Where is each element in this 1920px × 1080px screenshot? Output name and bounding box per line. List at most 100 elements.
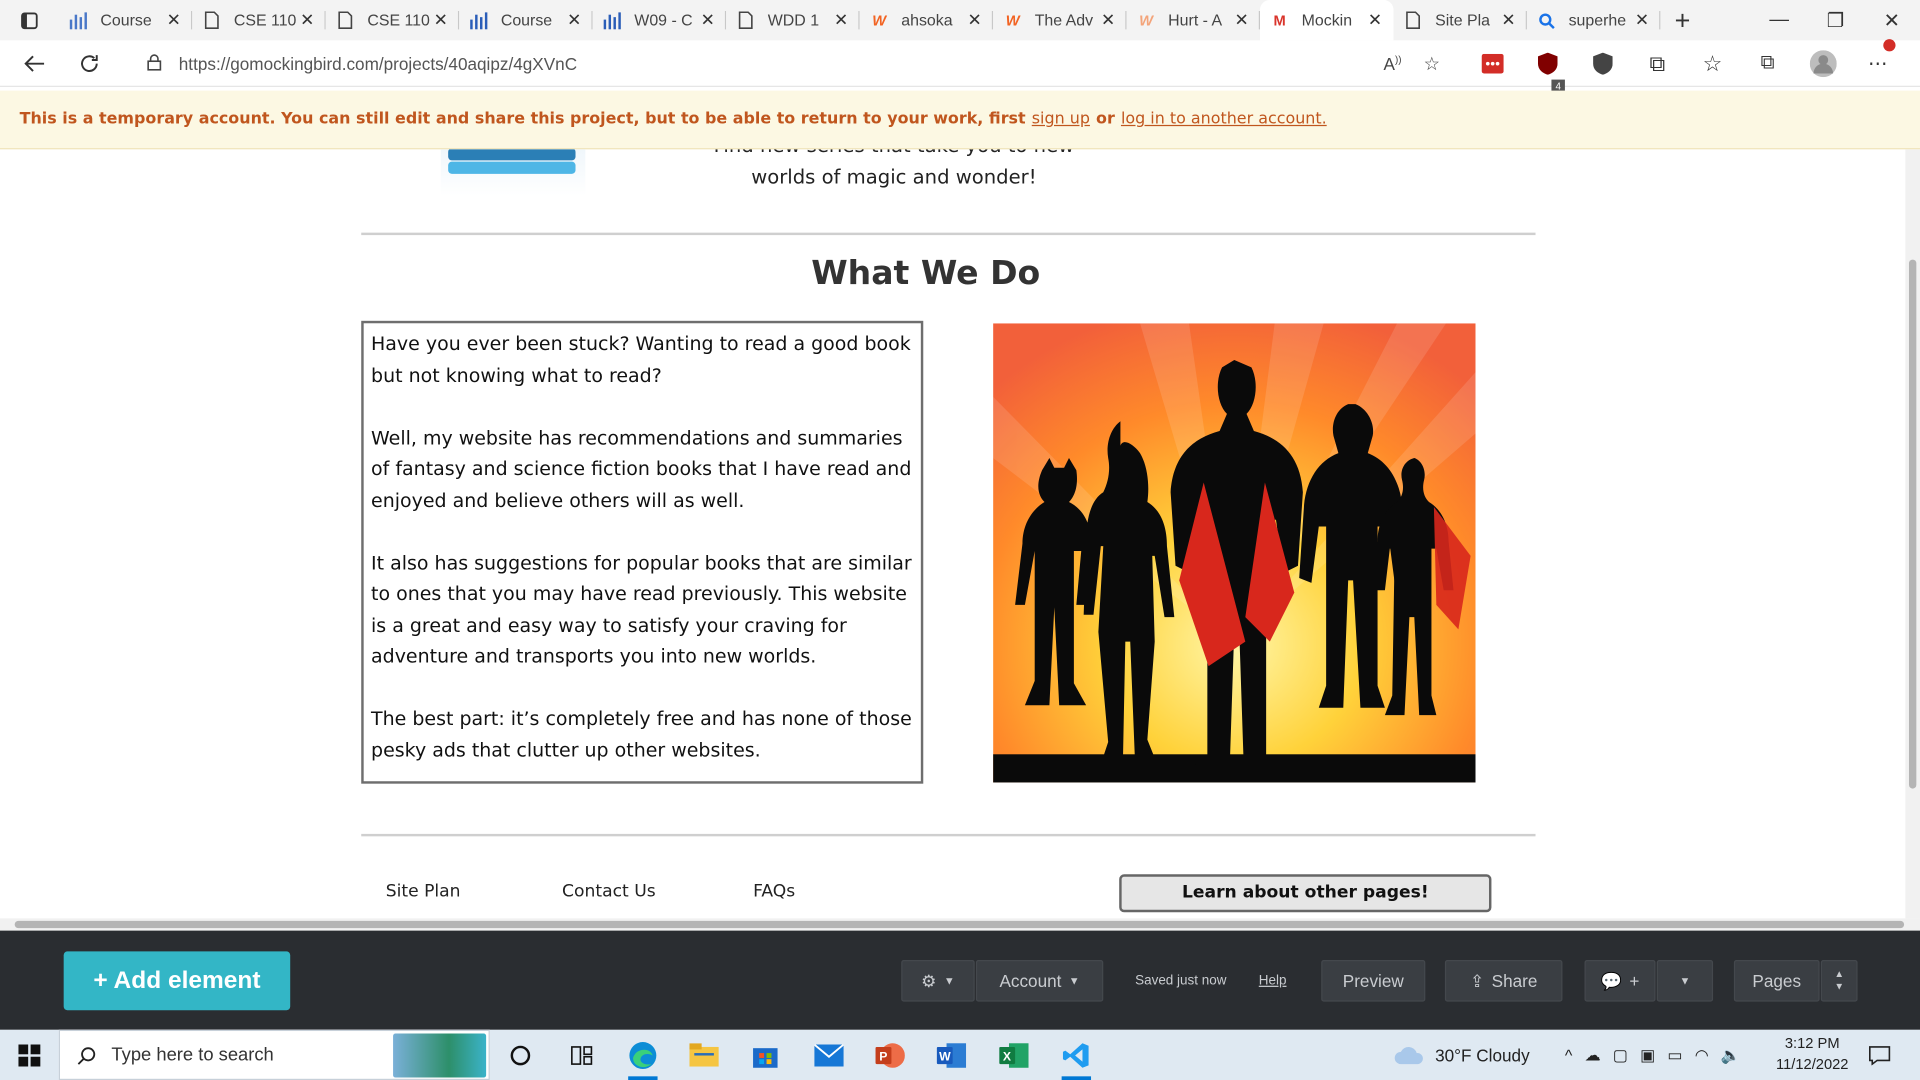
edge-app-icon[interactable] — [612, 1030, 673, 1080]
add-element-button[interactable]: + Add element — [63, 951, 291, 1011]
chevron-down-icon[interactable]: ▼ — [1834, 981, 1844, 993]
footer-link-faqs[interactable]: FAQs — [753, 882, 795, 902]
meet-now-icon[interactable]: ▢ — [1613, 1045, 1628, 1065]
start-button[interactable] — [0, 1030, 59, 1080]
lock-icon[interactable] — [147, 53, 162, 74]
share-button[interactable]: ⇪ Share — [1444, 960, 1563, 1002]
mail-icon[interactable] — [798, 1030, 859, 1080]
save-status: Saved just now — [1135, 973, 1227, 989]
document-icon — [336, 10, 356, 30]
word-icon[interactable]: W — [921, 1030, 982, 1080]
comment-menu-button[interactable]: ▼ — [1656, 960, 1714, 1002]
add-comment-button[interactable]: 💬 + — [1584, 960, 1656, 1002]
tab-title: Hurt - A — [1168, 11, 1223, 30]
volume-icon[interactable]: 🔈 — [1721, 1045, 1741, 1065]
task-view-button[interactable] — [490, 1030, 551, 1080]
divider — [361, 833, 1536, 837]
search-icon — [77, 1046, 96, 1065]
ublock-icon[interactable]: 4 — [1520, 52, 1575, 94]
learn-other-pages-button[interactable]: Learn about other pages! — [1119, 874, 1492, 913]
vertical-scroll-thumb[interactable] — [1908, 259, 1917, 789]
powerpoint-icon[interactable]: P — [860, 1030, 921, 1080]
sign-up-link[interactable]: sign up — [1032, 110, 1090, 128]
tab-title: W09 - C — [634, 11, 693, 30]
store-icon[interactable] — [735, 1030, 796, 1080]
browser-tab[interactable]: Site Pla ✕ — [1393, 0, 1527, 40]
browser-tab[interactable]: WDD 1 ✕ — [726, 0, 860, 40]
preview-button[interactable]: Preview — [1321, 960, 1426, 1002]
close-icon[interactable]: ✕ — [833, 10, 850, 31]
close-icon[interactable]: ✕ — [432, 10, 449, 31]
favorites-icon[interactable]: ☆ — [1685, 51, 1740, 77]
settings-more-icon[interactable]: ⋯ — [1850, 39, 1905, 75]
browser-tab-active[interactable]: M Mockin ✕ — [1260, 0, 1394, 41]
profile-avatar[interactable] — [1795, 50, 1850, 78]
close-icon[interactable]: ✕ — [566, 10, 583, 31]
notifications-icon[interactable] — [1849, 1030, 1910, 1080]
browser-tab[interactable]: CSE 110 ✕ — [192, 0, 326, 40]
close-icon[interactable]: ✕ — [1233, 10, 1250, 31]
browser-tab[interactable]: Course ✕ — [59, 0, 193, 40]
footer-link-site-plan[interactable]: Site Plan — [386, 882, 461, 902]
battery-icon[interactable]: ▭ — [1667, 1045, 1682, 1065]
browser-tab[interactable]: Course ✕ — [459, 0, 593, 40]
url-text[interactable]: https://gomockingbird.com/projects/40aqi… — [179, 54, 577, 74]
back-button[interactable] — [7, 40, 61, 87]
horizontal-scrollbar[interactable] — [0, 918, 1920, 931]
vscode-icon[interactable] — [1046, 1030, 1107, 1080]
browser-tab[interactable]: W Hurt - A ✕ — [1127, 0, 1261, 40]
footer-link-contact-us[interactable]: Contact Us — [562, 882, 656, 902]
restore-icon[interactable]: ❐ — [1807, 0, 1863, 40]
browser-tab[interactable]: CSE 110 ✕ — [326, 0, 460, 40]
close-icon[interactable]: ✕ — [1633, 10, 1650, 31]
browser-tab[interactable]: W The Adv ✕ — [993, 0, 1127, 40]
settings-button[interactable]: ⚙ ▼ — [901, 960, 975, 1002]
superhero-silhouette-image[interactable] — [993, 323, 1476, 783]
excel-icon[interactable]: X — [983, 1030, 1044, 1080]
shield-icon[interactable] — [1575, 52, 1630, 75]
task-view-icon[interactable] — [551, 1030, 612, 1080]
file-explorer-icon[interactable] — [673, 1030, 734, 1080]
collections-icon[interactable]: ⧉ — [1740, 53, 1795, 75]
horizontal-scroll-thumb[interactable] — [14, 920, 1905, 929]
close-icon[interactable]: ✕ — [1100, 10, 1117, 31]
pages-button[interactable]: Pages — [1733, 960, 1820, 1002]
help-link[interactable]: Help — [1259, 960, 1287, 1002]
vertical-scrollbar[interactable] — [1905, 149, 1920, 919]
wifi-icon[interactable]: ◠ — [1695, 1045, 1709, 1065]
close-icon[interactable]: ✕ — [1500, 10, 1517, 31]
close-window-icon[interactable]: ✕ — [1864, 0, 1920, 40]
browser-tab[interactable]: W09 - C ✕ — [593, 0, 727, 40]
read-aloud-icon[interactable]: A)) — [1384, 54, 1402, 74]
extensions-puzzle-icon[interactable]: ⧉ — [1630, 51, 1685, 77]
screen-icon[interactable]: ▣ — [1640, 1045, 1655, 1065]
pages-stepper[interactable]: ▲ ▼ — [1820, 960, 1858, 1002]
tab-actions-icon — [21, 11, 38, 29]
add-favorite-icon[interactable]: ☆ — [1424, 53, 1440, 75]
account-button[interactable]: Account ▼ — [975, 960, 1104, 1002]
cortana-circle-icon — [510, 1045, 531, 1065]
document-icon — [1403, 10, 1423, 30]
close-icon[interactable]: ✕ — [1367, 10, 1384, 31]
address-bar[interactable]: https://gomockingbird.com/projects/40aqi… — [124, 44, 1453, 84]
lastpass-icon[interactable] — [1465, 53, 1520, 74]
weather-widget[interactable]: 30°F Cloudy — [1393, 1030, 1530, 1080]
clock[interactable]: 3:12 PM 11/12/2022 — [1763, 1033, 1861, 1075]
onedrive-cloud-icon[interactable]: ☁ — [1585, 1045, 1601, 1065]
taskbar-search-box[interactable]: Type here to search — [58, 1029, 490, 1080]
tab-actions-button[interactable] — [0, 0, 59, 40]
close-icon[interactable]: ✕ — [966, 10, 983, 31]
minimize-icon[interactable]: — — [1751, 0, 1807, 40]
close-icon[interactable]: ✕ — [299, 10, 316, 31]
mockingbird-editor-bar: + Add element ⚙ ▼ Account ▼ Saved just now… — [0, 930, 1920, 1030]
close-icon[interactable]: ✕ — [165, 10, 182, 31]
log-in-link[interactable]: log in to another account. — [1121, 110, 1327, 128]
new-tab-button[interactable]: + — [1660, 4, 1704, 36]
what-we-do-textbox[interactable]: Have you ever been stuck? Wanting to rea… — [361, 320, 924, 784]
refresh-button[interactable] — [62, 40, 116, 87]
chevron-up-icon[interactable]: ^ — [1565, 1046, 1572, 1064]
browser-tab[interactable]: superhe ✕ — [1527, 0, 1661, 40]
close-icon[interactable]: ✕ — [699, 10, 716, 31]
chevron-up-icon[interactable]: ▲ — [1834, 969, 1844, 981]
browser-tab[interactable]: W ahsoka ✕ — [860, 0, 994, 40]
